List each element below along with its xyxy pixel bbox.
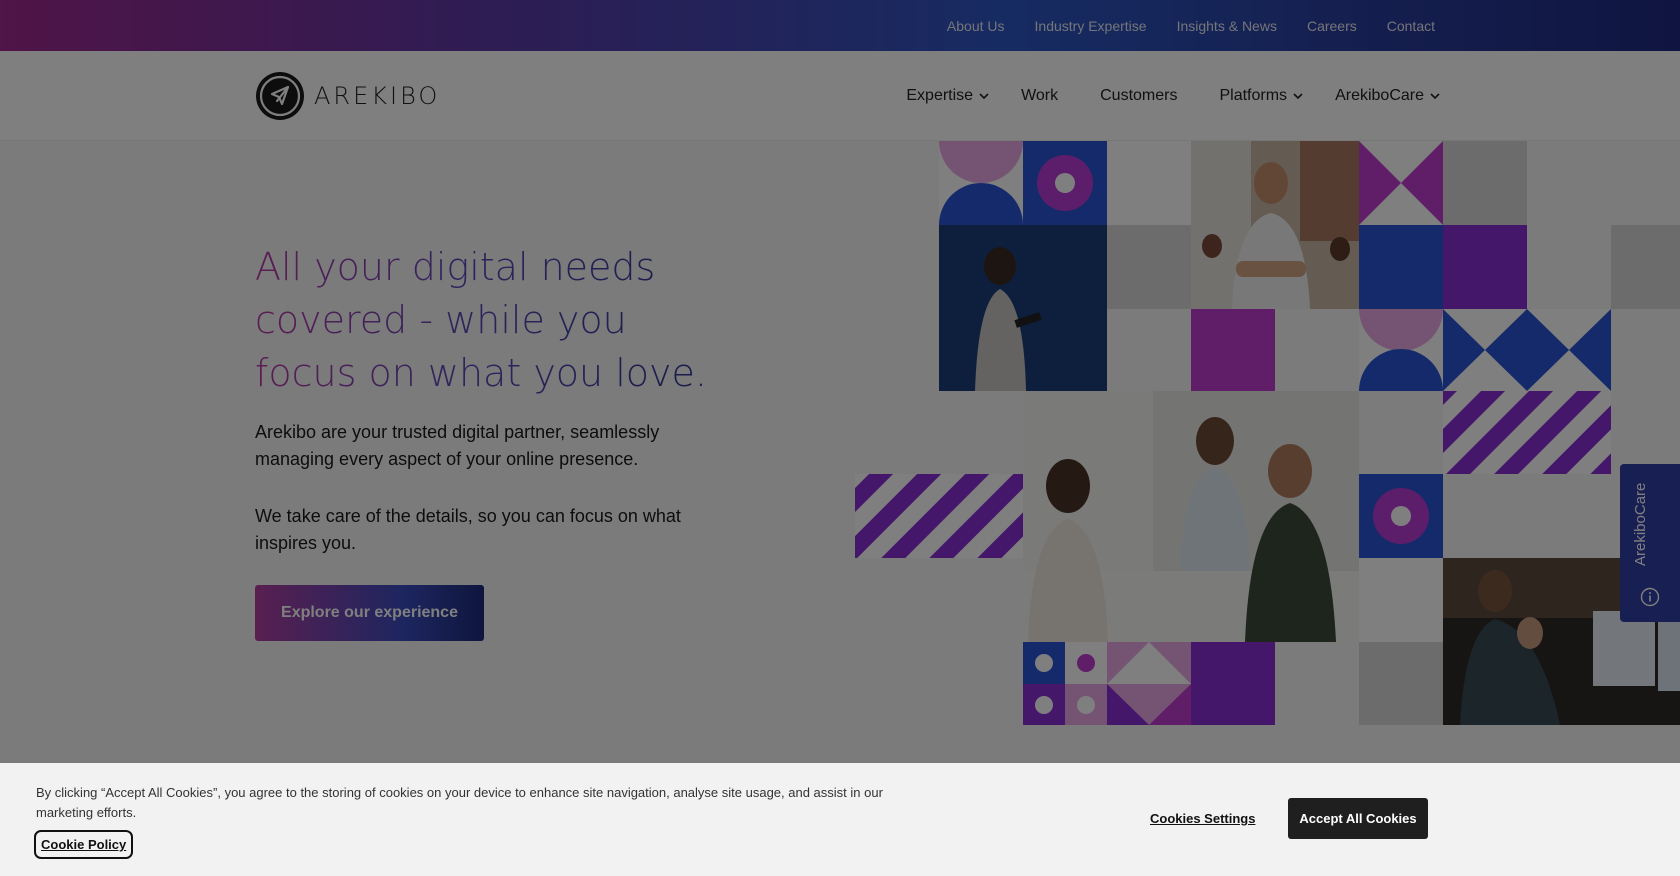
cookie-modal-overlay bbox=[0, 0, 1680, 876]
cookies-settings-button[interactable]: Cookies Settings bbox=[1150, 811, 1255, 826]
accept-all-cookies-button[interactable]: Accept All Cookies bbox=[1288, 798, 1428, 839]
cookie-banner: By clicking “Accept All Cookies”, you ag… bbox=[0, 763, 1680, 876]
cookie-policy-link[interactable]: Cookie Policy bbox=[34, 830, 134, 859]
cookie-banner-text: By clicking “Accept All Cookies”, you ag… bbox=[36, 785, 883, 820]
